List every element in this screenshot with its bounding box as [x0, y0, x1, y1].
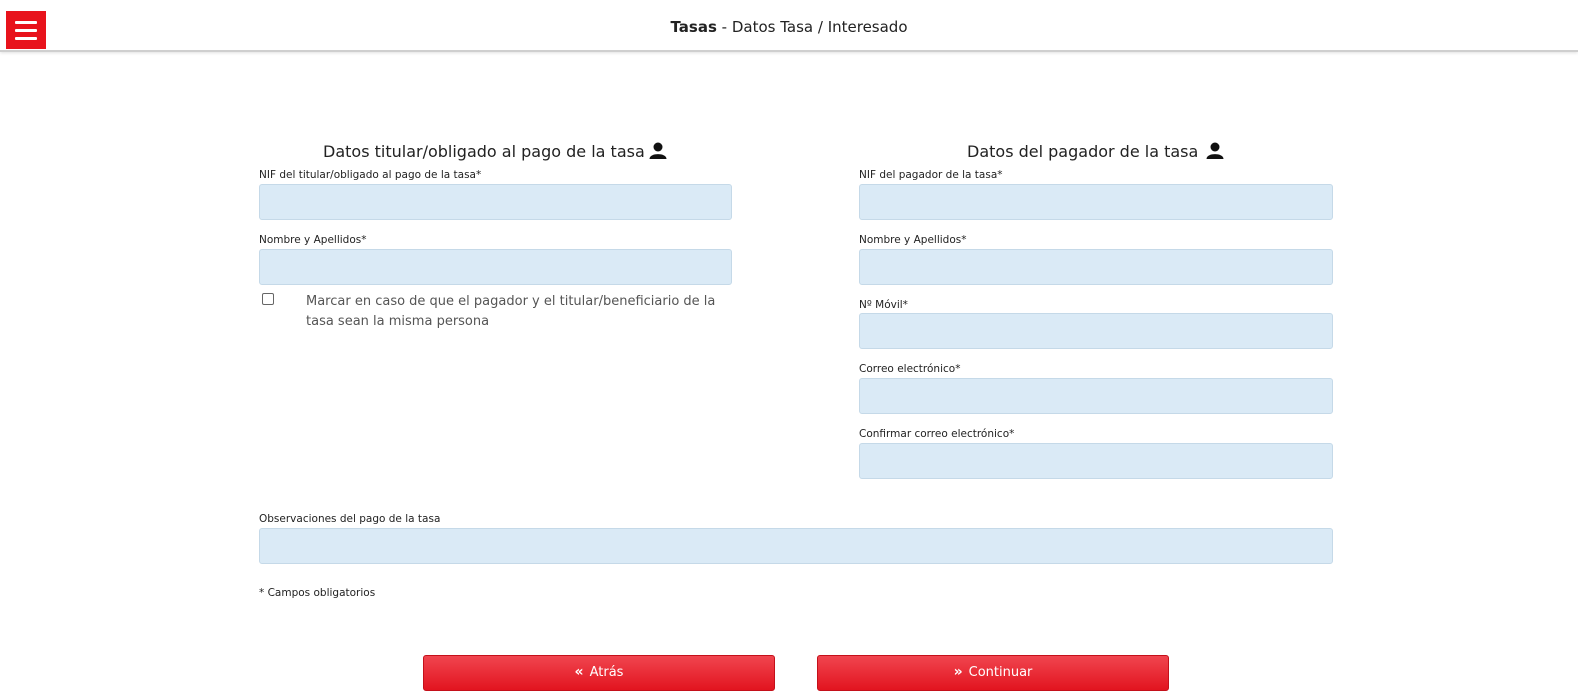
double-chevron-left-icon: «	[574, 664, 584, 680]
observaciones-label: Observaciones del pago de la tasa	[259, 513, 441, 525]
page-title-rest: - Datos Tasa / Interesado	[716, 18, 908, 36]
observaciones-input[interactable]	[259, 528, 1333, 564]
titular-section-title-text: Datos titular/obligado al pago de la tas…	[323, 142, 645, 161]
continue-button-label: Continuar	[968, 665, 1033, 680]
pagador-nombre-input[interactable]	[859, 249, 1333, 285]
pagador-section-title: Datos del pagador de la tasa	[967, 142, 1224, 161]
user-icon	[649, 142, 667, 159]
pagador-confirmar-correo-label: Confirmar correo electrónico*	[859, 428, 1015, 440]
pagador-nif-label: NIF del pagador de la tasa*	[859, 169, 1003, 181]
pagador-movil-input[interactable]	[859, 313, 1333, 349]
titular-nombre-input[interactable]	[259, 249, 732, 285]
page-title-bold: Tasas	[670, 18, 717, 36]
same-person-checkbox-label: Marcar en caso de que el pagador y el ti…	[306, 294, 716, 329]
top-bar: Tasas - Datos Tasa / Interesado	[0, 0, 1578, 52]
titular-nombre-label: Nombre y Apellidos*	[259, 234, 367, 246]
titular-section-title: Datos titular/obligado al pago de la tas…	[323, 142, 667, 161]
pagador-section-title-text: Datos del pagador de la tasa	[967, 142, 1199, 161]
titular-nif-input[interactable]	[259, 184, 732, 220]
pagador-confirmar-correo-input[interactable]	[859, 443, 1333, 479]
continue-button[interactable]: » Continuar	[817, 655, 1169, 691]
same-person-checkbox[interactable]	[262, 293, 274, 305]
pagador-nif-input[interactable]	[859, 184, 1333, 220]
user-icon	[1206, 142, 1224, 159]
titular-nif-label: NIF del titular/obligado al pago de la t…	[259, 169, 482, 181]
pagador-nombre-label: Nombre y Apellidos*	[859, 234, 967, 246]
page-title: Tasas - Datos Tasa / Interesado	[0, 18, 1578, 36]
pagador-correo-input[interactable]	[859, 378, 1333, 414]
back-button[interactable]: « Atrás	[423, 655, 775, 691]
required-fields-note: * Campos obligatorios	[259, 587, 376, 599]
back-button-label: Atrás	[589, 665, 624, 680]
pagador-movil-label: Nº Móvil*	[859, 299, 908, 311]
double-chevron-right-icon: »	[953, 664, 963, 680]
pagador-correo-label: Correo electrónico*	[859, 363, 961, 375]
